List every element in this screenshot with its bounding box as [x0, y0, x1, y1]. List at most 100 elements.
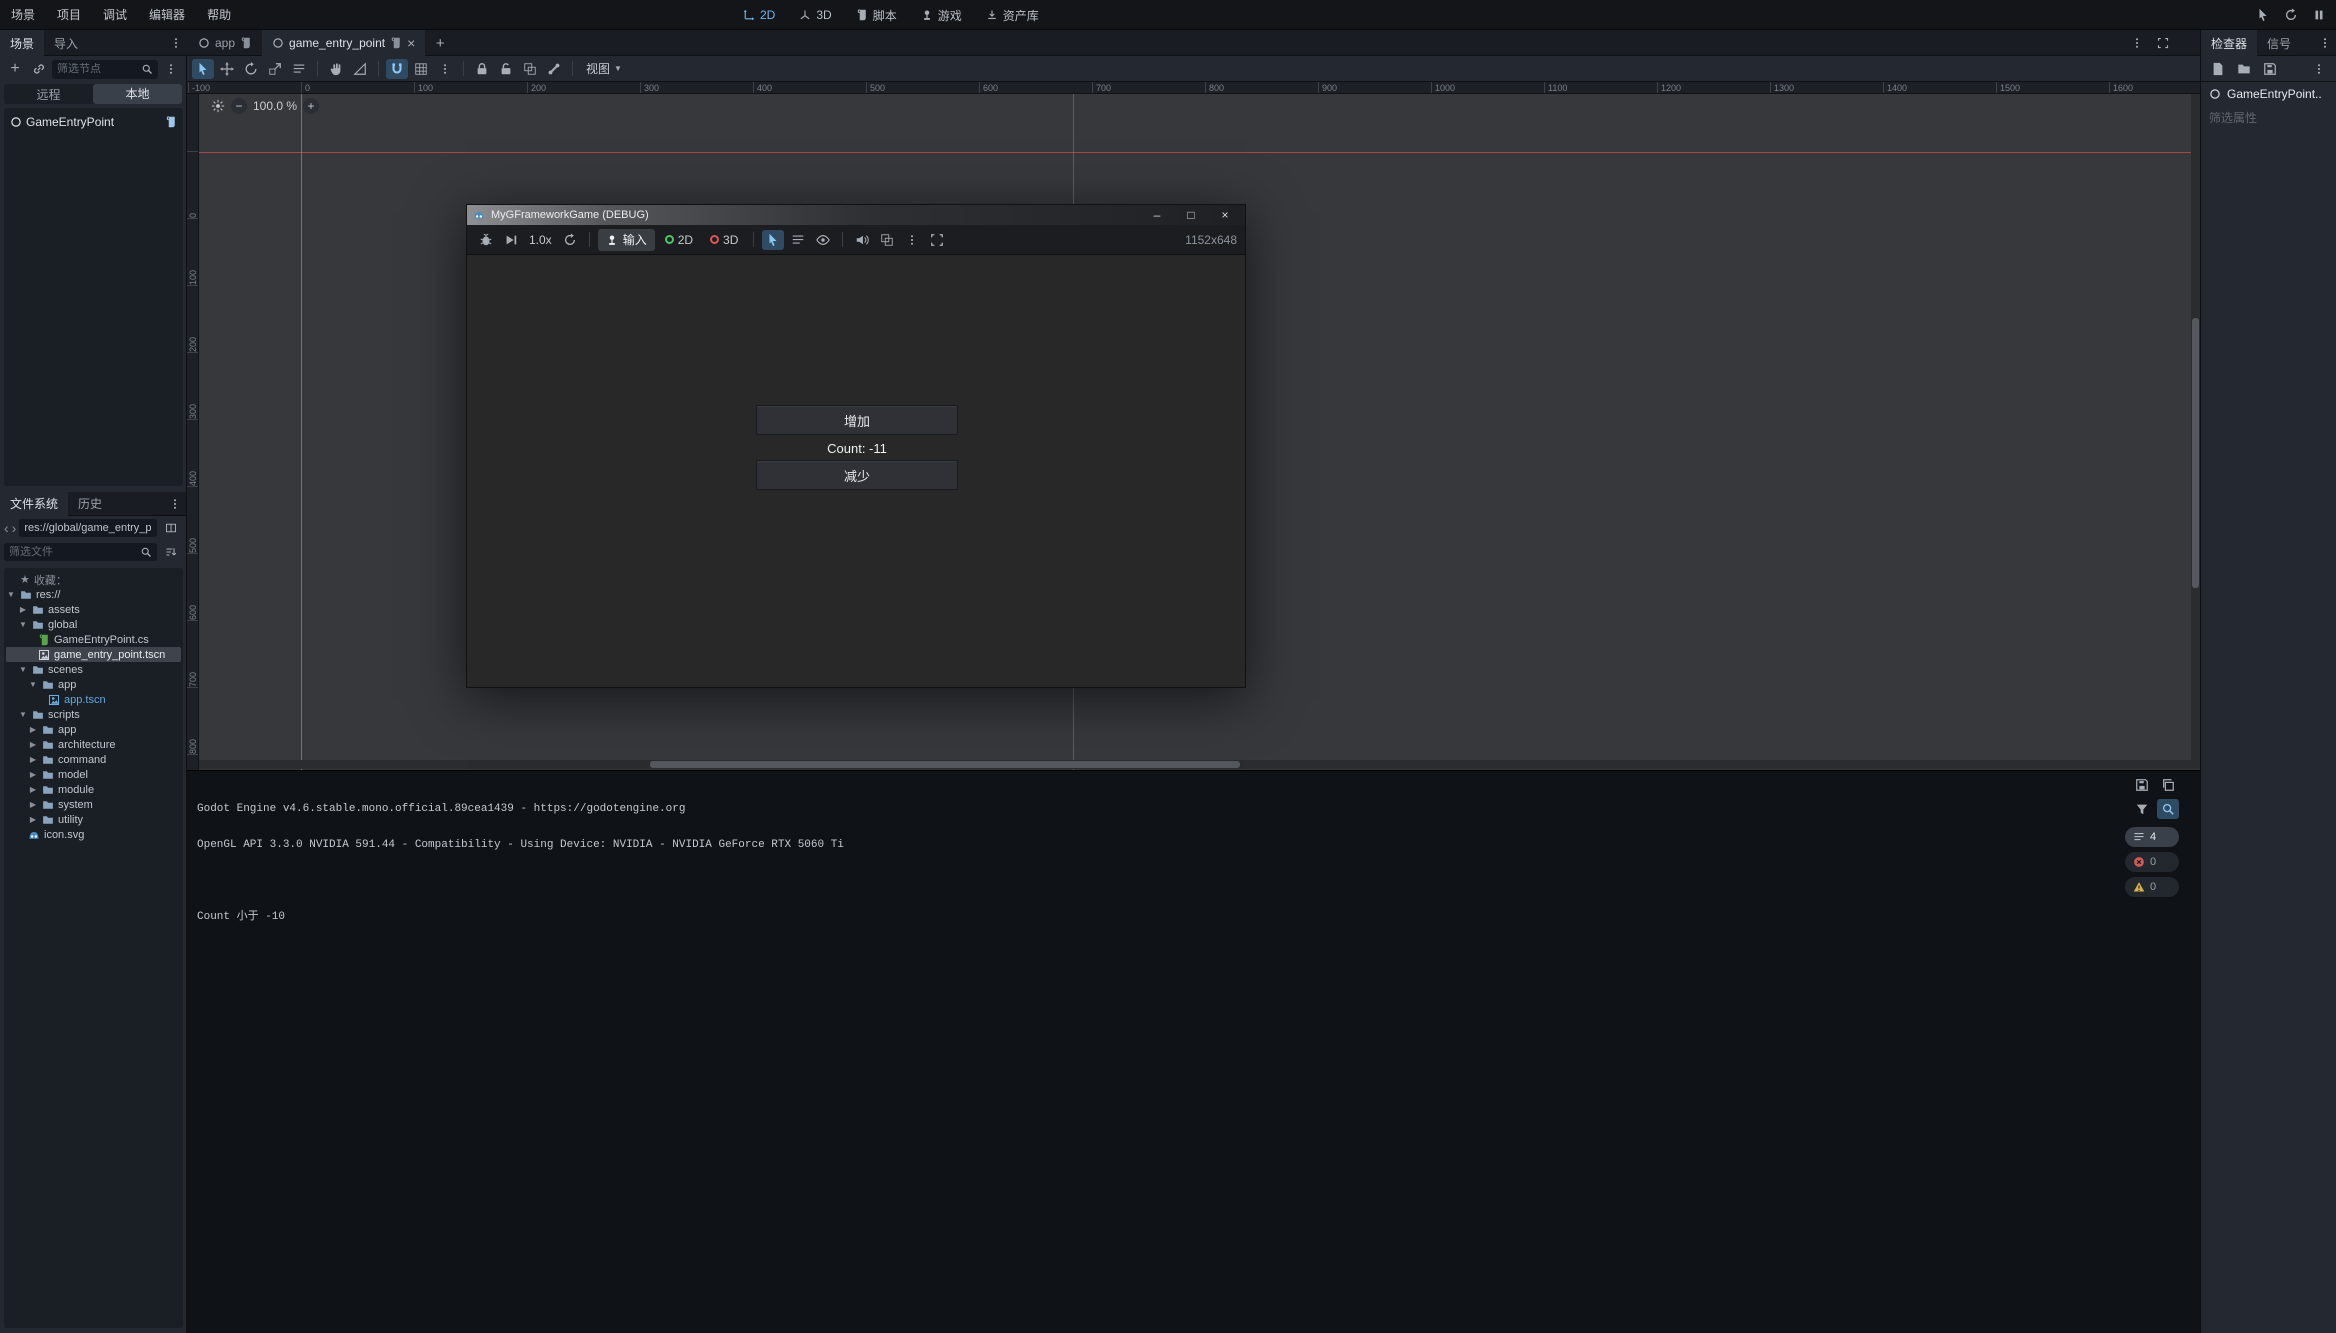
scale-tool[interactable]: [264, 59, 286, 79]
fs-row-system[interactable]: ▶system: [6, 797, 181, 812]
filter-files-input[interactable]: [9, 546, 136, 558]
menu-help[interactable]: 帮助: [196, 0, 242, 30]
load-resource-icon[interactable]: [2233, 59, 2255, 79]
warnings-filter-badge[interactable]: 0: [2125, 877, 2179, 897]
close-icon[interactable]: ×: [1211, 205, 1239, 225]
fs-row-model[interactable]: ▶model: [6, 767, 181, 782]
pick-node-tool[interactable]: [762, 230, 784, 250]
increase-button[interactable]: 增加: [756, 405, 958, 435]
filter-log-icon[interactable]: [2131, 799, 2153, 819]
mode-2d-toggle[interactable]: 2D: [658, 233, 700, 247]
fs-row-gameentrypoint-cs[interactable]: GameEntryPoint.cs: [6, 632, 181, 647]
fs-row-icon-svg[interactable]: icon.svg: [6, 827, 181, 842]
workspace-tab-3d[interactable]: 3D: [791, 4, 839, 26]
remote-button[interactable]: 远程: [4, 86, 93, 103]
next-frame-icon[interactable]: [500, 230, 522, 250]
reset-speed-icon[interactable]: [559, 230, 581, 250]
expand-icon[interactable]: ▶: [28, 800, 38, 809]
fs-row-assets[interactable]: ▶assets: [6, 602, 181, 617]
game-window-titlebar[interactable]: MyGFrameworkGame (DEBUG) – □ ×: [467, 205, 1245, 225]
game-viewport[interactable]: 增加 Count: -11 减少: [467, 255, 1245, 687]
mode-3d-toggle[interactable]: 3D: [703, 233, 745, 247]
pause-game-button[interactable]: [2308, 5, 2330, 25]
collapse-icon[interactable]: ▼: [28, 680, 38, 689]
restart-game-button[interactable]: [2280, 5, 2302, 25]
split-view-icon[interactable]: [160, 518, 182, 538]
zoom-level-label[interactable]: 100.0 %: [253, 99, 297, 113]
workspace-tab-game[interactable]: 游戏: [913, 4, 970, 26]
fs-row-global[interactable]: ▼global: [6, 617, 181, 632]
tab-import-dock[interactable]: 导入: [44, 30, 88, 56]
vertical-scrollbar[interactable]: [2191, 94, 2200, 760]
grid-snap-toggle[interactable]: [410, 59, 432, 79]
scene-tab-game-entry-point[interactable]: game_entry_point ×: [262, 30, 425, 56]
fs-row-module[interactable]: ▶module: [6, 782, 181, 797]
tab-signals[interactable]: 信号: [2257, 30, 2301, 56]
fs-favorites[interactable]: ★收藏：: [6, 572, 181, 587]
game-select-button[interactable]: [2252, 5, 2274, 25]
filter-properties-row[interactable]: 筛选属性: [2201, 106, 2336, 128]
inspector-dock-menu-icon[interactable]: [2314, 33, 2336, 53]
input-mode-toggle[interactable]: 输入: [598, 229, 655, 251]
tab-scene-dock[interactable]: 场景: [0, 30, 44, 56]
expand-icon[interactable]: ▶: [28, 755, 38, 764]
speed-scale-label[interactable]: 1.0x: [525, 233, 556, 247]
decrease-button[interactable]: 减少: [756, 460, 958, 490]
tab-filesystem[interactable]: 文件系统: [0, 492, 68, 516]
select-tool[interactable]: [192, 59, 214, 79]
embed-fullscreen-icon[interactable]: [926, 230, 948, 250]
center-view-icon[interactable]: [211, 99, 225, 113]
menu-project[interactable]: 项目: [46, 0, 92, 30]
fs-row-game-entry-point-tscn[interactable]: game_entry_point.tscn: [6, 647, 181, 662]
save-resource-icon[interactable]: [2259, 59, 2281, 79]
view-menu[interactable]: 视图▼: [580, 60, 628, 77]
output-log[interactable]: Godot Engine v4.6.stable.mono.official.8…: [197, 779, 844, 947]
pan-tool[interactable]: [325, 59, 347, 79]
move-tool[interactable]: [216, 59, 238, 79]
fs-row-scenes[interactable]: ▼scenes: [6, 662, 181, 677]
scene-tabs-menu-icon[interactable]: [2126, 33, 2148, 53]
unlock-button[interactable]: [495, 59, 517, 79]
new-scene-tab-button[interactable]: +: [429, 33, 451, 53]
collapse-icon[interactable]: ▼: [18, 710, 28, 719]
debug-menu-icon[interactable]: [475, 230, 497, 250]
fs-row-utility[interactable]: ▶utility: [6, 812, 181, 827]
visibility-icon[interactable]: [812, 230, 834, 250]
menu-debug[interactable]: 调试: [92, 0, 138, 30]
mute-audio-icon[interactable]: [851, 230, 873, 250]
fs-row-command[interactable]: ▶command: [6, 752, 181, 767]
close-tab-icon[interactable]: ×: [407, 36, 415, 50]
workspace-tab-assetlib[interactable]: 资产库: [978, 4, 1047, 26]
more-options-icon[interactable]: [901, 230, 923, 250]
collapse-icon[interactable]: ▼: [18, 620, 28, 629]
smart-snap-toggle[interactable]: [386, 59, 408, 79]
group-button[interactable]: [519, 59, 541, 79]
add-node-button[interactable]: +: [4, 59, 26, 79]
scene-tree-root-node[interactable]: GameEntryPoint: [4, 112, 183, 132]
scene-dock-menu-icon[interactable]: [165, 33, 187, 53]
tab-inspector[interactable]: 检查器: [2201, 30, 2257, 56]
nav-back-icon[interactable]: ‹: [4, 521, 9, 535]
fs-row-res[interactable]: ▼res://: [6, 587, 181, 602]
game-window[interactable]: MyGFrameworkGame (DEBUG) – □ × 1.0x 输入 2…: [466, 204, 1246, 688]
instance-scene-icon[interactable]: [28, 59, 50, 79]
expand-icon[interactable]: ▶: [28, 725, 38, 734]
expand-icon[interactable]: ▶: [28, 785, 38, 794]
local-button[interactable]: 本地: [93, 84, 182, 104]
expand-icon[interactable]: ▶: [18, 605, 28, 614]
fs-row-scripts[interactable]: ▼scripts: [6, 707, 181, 722]
workspace-tab-script[interactable]: 脚本: [848, 4, 905, 26]
horizontal-scrollbar-thumb[interactable]: [650, 761, 1240, 768]
rotate-tool[interactable]: [240, 59, 262, 79]
scene-tree-menu-icon[interactable]: [160, 59, 182, 79]
snap-options-menu[interactable]: [434, 59, 456, 79]
scene-tab-app[interactable]: app: [188, 30, 262, 56]
skeleton-menu[interactable]: [543, 59, 565, 79]
sort-files-icon[interactable]: [160, 542, 182, 562]
horizontal-scrollbar[interactable]: [199, 760, 2200, 769]
inspected-node-row[interactable]: GameEntryPoint..: [2201, 82, 2336, 106]
messages-filter-badge[interactable]: 4: [2125, 827, 2179, 847]
filter-nodes-input[interactable]: [57, 63, 137, 75]
zoom-out-button[interactable]: −: [231, 98, 247, 114]
tab-history[interactable]: 历史: [68, 492, 112, 516]
